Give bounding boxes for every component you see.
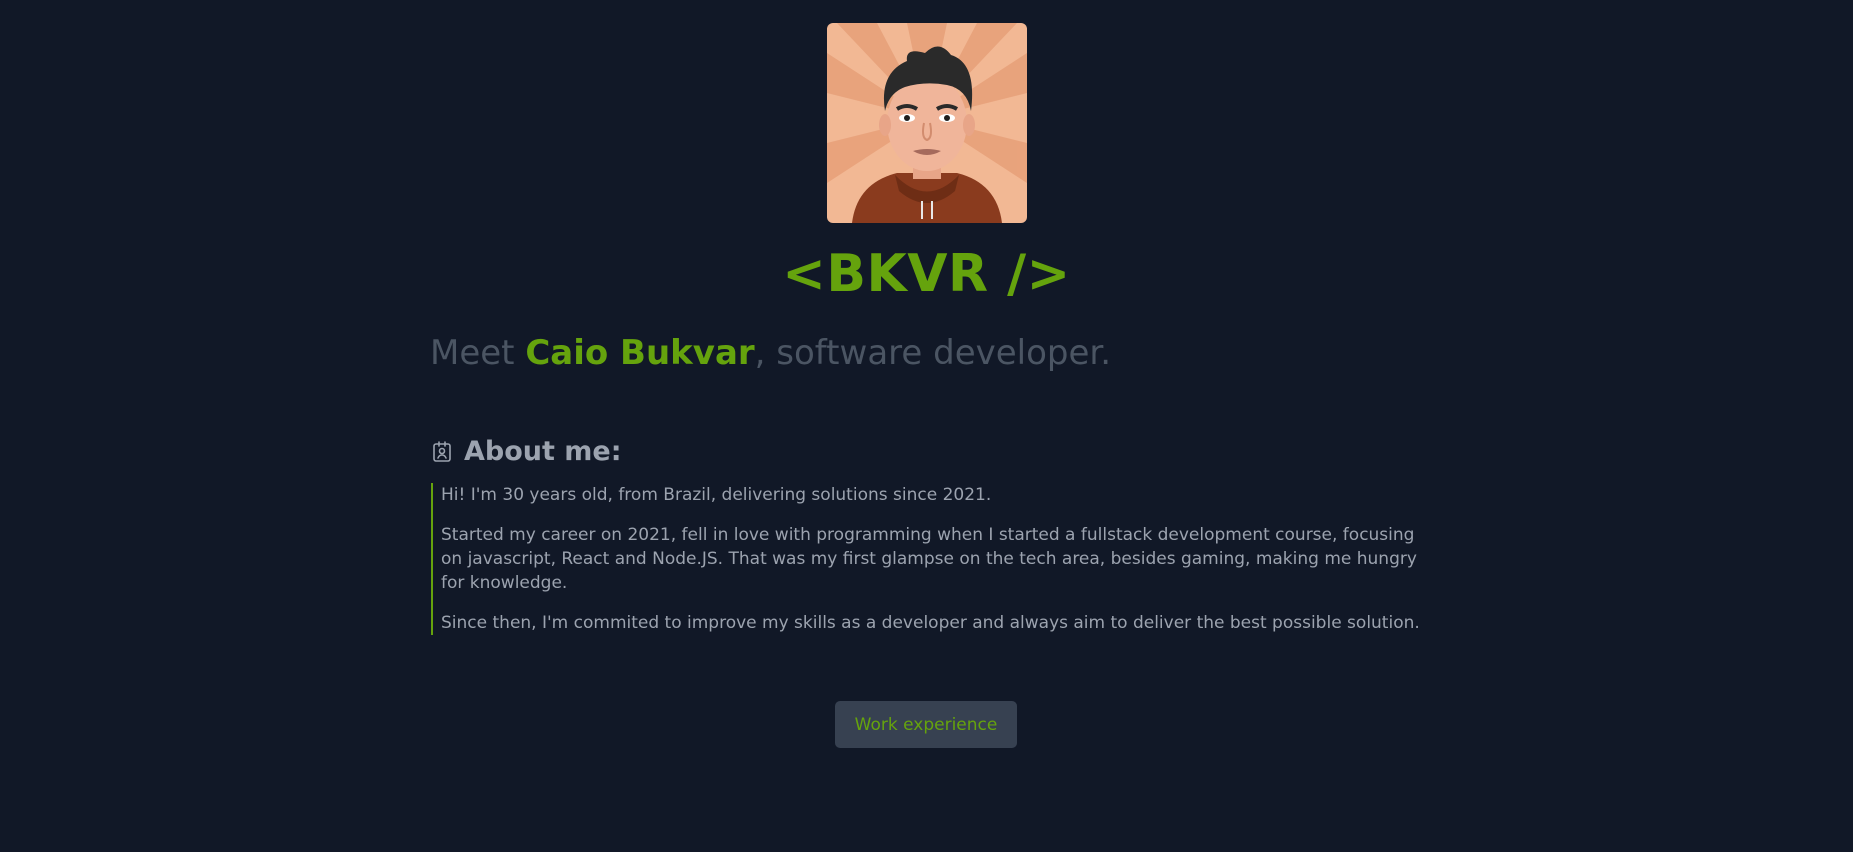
about-heading: About me: (430, 435, 622, 469)
tagline-suffix: , software developer. (754, 333, 1112, 373)
developer-name: Caio Bukvar (525, 333, 755, 373)
work-experience-button[interactable]: Work experience (835, 701, 1017, 748)
hero-tagline: Meet Caio Bukvar, software developer. (430, 332, 1111, 374)
about-paragraph: Since then, I'm commited to improve my s… (441, 613, 1420, 633)
page: <BKVR /> Meet Caio Bukvar, software deve… (0, 0, 1853, 852)
about-content: Hi! I'm 30 years old, from Brazil, deliv… (431, 483, 1439, 635)
id-badge-icon (433, 441, 451, 462)
avatar (827, 23, 1027, 223)
site-logo: <BKVR /> (782, 244, 1071, 304)
avatar-illustration (827, 23, 1027, 223)
about-title: About me: (464, 436, 622, 467)
about-paragraph: Started my career on 2021, fell in love … (441, 525, 1417, 593)
about-paragraph: Hi! I'm 30 years old, from Brazil, deliv… (441, 485, 992, 505)
tagline-prefix: Meet (430, 333, 526, 373)
